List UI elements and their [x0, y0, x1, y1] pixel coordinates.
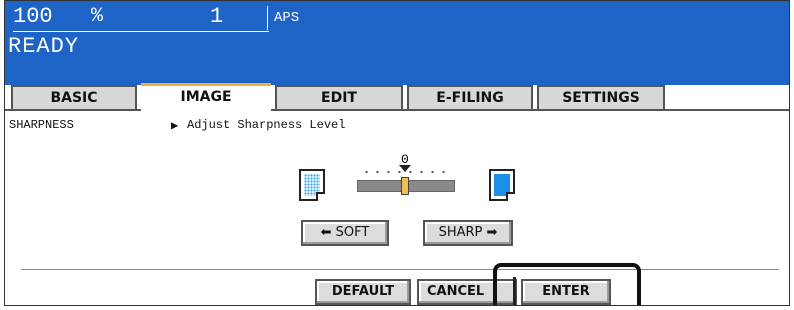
header-underline — [13, 31, 269, 32]
header-divider — [267, 6, 268, 30]
zoom-unit: % — [91, 5, 104, 28]
tab-e-filing[interactable]: E-FILING — [407, 85, 533, 109]
default-button[interactable]: DEFAULT — [315, 279, 411, 305]
zoom-value: 100 — [13, 4, 53, 29]
tab-image[interactable]: IMAGE — [141, 83, 271, 111]
soft-label: SOFT — [335, 225, 370, 240]
status-header: 100 % 1 APS READY — [5, 1, 789, 85]
copier-panel: 100 % 1 APS READY BASIC IMAGE EDIT E-FIL… — [4, 0, 790, 306]
copies-count: 1 — [210, 4, 224, 29]
slider-thumb[interactable] — [401, 177, 409, 195]
tab-settings[interactable]: SETTINGS — [537, 85, 665, 109]
tab-edit[interactable]: EDIT — [275, 85, 403, 109]
soft-document-icon — [299, 169, 325, 201]
tab-baseline-left — [5, 109, 141, 111]
arrow-right-icon: ➡ — [482, 225, 498, 240]
triangle-right-icon: ▶ — [171, 119, 179, 133]
sharp-button[interactable]: SHARP ➡ — [423, 220, 513, 246]
footer-divider — [21, 269, 779, 270]
machine-status: READY — [8, 34, 80, 59]
sharp-label: SHARP — [438, 225, 483, 240]
section-title: SHARPNESS — [9, 118, 74, 132]
instruction-text: Adjust Sharpness Level — [187, 118, 346, 132]
paper-size: APS — [274, 10, 300, 26]
tab-basic[interactable]: BASIC — [11, 85, 137, 109]
sharp-document-icon — [489, 169, 515, 201]
soft-button[interactable]: ⬅ SOFT — [301, 220, 389, 246]
arrow-left-icon: ⬅ — [320, 225, 336, 240]
enter-highlight-frame — [493, 263, 641, 305]
tab-baseline-right — [271, 109, 789, 111]
